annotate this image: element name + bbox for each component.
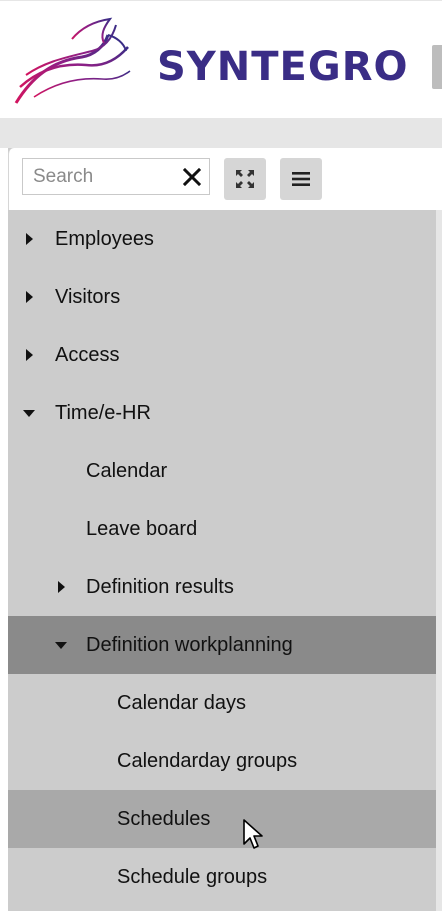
tree-item-label: Definition workplanning: [86, 633, 293, 656]
tree-item-access[interactable]: Access: [8, 326, 436, 384]
tree-item-label: Schedules: [117, 807, 211, 830]
tree-item-calendar-days[interactable]: Calendar days: [8, 674, 436, 732]
menu-button[interactable]: [280, 158, 322, 200]
header-button-stub[interactable]: [432, 45, 442, 89]
caret-right-icon[interactable]: [22, 232, 36, 246]
tree-item-employees[interactable]: Employees: [8, 210, 436, 268]
app-header: SYNTEGRO: [0, 0, 442, 119]
close-icon: [183, 167, 201, 186]
expand-all-icon: [236, 170, 254, 188]
clear-search-button[interactable]: [175, 159, 209, 194]
tree-item-label: Definition results: [86, 575, 234, 598]
tree-toolbar: [8, 148, 442, 210]
expand-all-button[interactable]: [224, 158, 266, 200]
tree-item-label: Time/e-HR: [55, 401, 151, 424]
tree-item-label: Schedule groups: [117, 865, 268, 888]
tree-item-label: Employees: [55, 227, 154, 250]
caret-right-icon[interactable]: [22, 290, 36, 304]
tree-item-label: Calendar days: [117, 691, 246, 714]
tree-item-schedules[interactable]: Schedules: [8, 790, 436, 848]
header-separator-band: [0, 118, 442, 148]
navigation-panel: Employees Visitors Access Time/e-HR Cale…: [8, 148, 442, 911]
tree-item-calendar[interactable]: Calendar: [8, 442, 436, 500]
tree-item-label: Calendar: [86, 459, 168, 482]
tree-item-visitors[interactable]: Visitors: [8, 268, 436, 326]
hamburger-menu-icon: [292, 172, 310, 186]
tree-item-label: Leave board: [86, 517, 198, 540]
syntegro-logo-icon: [14, 17, 131, 104]
search-input[interactable]: [23, 159, 173, 194]
caret-right-icon[interactable]: [54, 580, 68, 594]
caret-down-icon[interactable]: [54, 638, 68, 652]
tree-item-calendarday-groups[interactable]: Calendarday groups: [8, 732, 436, 790]
tree-item-definition-workplanning[interactable]: Definition workplanning: [8, 616, 436, 674]
tree-item-label: Access: [55, 343, 120, 366]
tree-item-label: Visitors: [55, 285, 121, 308]
navigation-tree: Employees Visitors Access Time/e-HR Cale…: [8, 210, 442, 906]
tree-scrollbar[interactable]: [436, 210, 442, 911]
search-box: [22, 158, 210, 195]
brand-name: SYNTEGRO: [157, 44, 409, 90]
tree-item-schedule-groups[interactable]: Schedule groups: [8, 848, 436, 906]
caret-right-icon[interactable]: [22, 348, 36, 362]
tree-item-leave-board[interactable]: Leave board: [8, 500, 436, 558]
caret-down-icon[interactable]: [22, 406, 36, 420]
tree-item-label: Calendarday groups: [117, 749, 298, 772]
tree-item-definition-results[interactable]: Definition results: [8, 558, 436, 616]
tree-item-time-ehr[interactable]: Time/e-HR: [8, 384, 436, 442]
